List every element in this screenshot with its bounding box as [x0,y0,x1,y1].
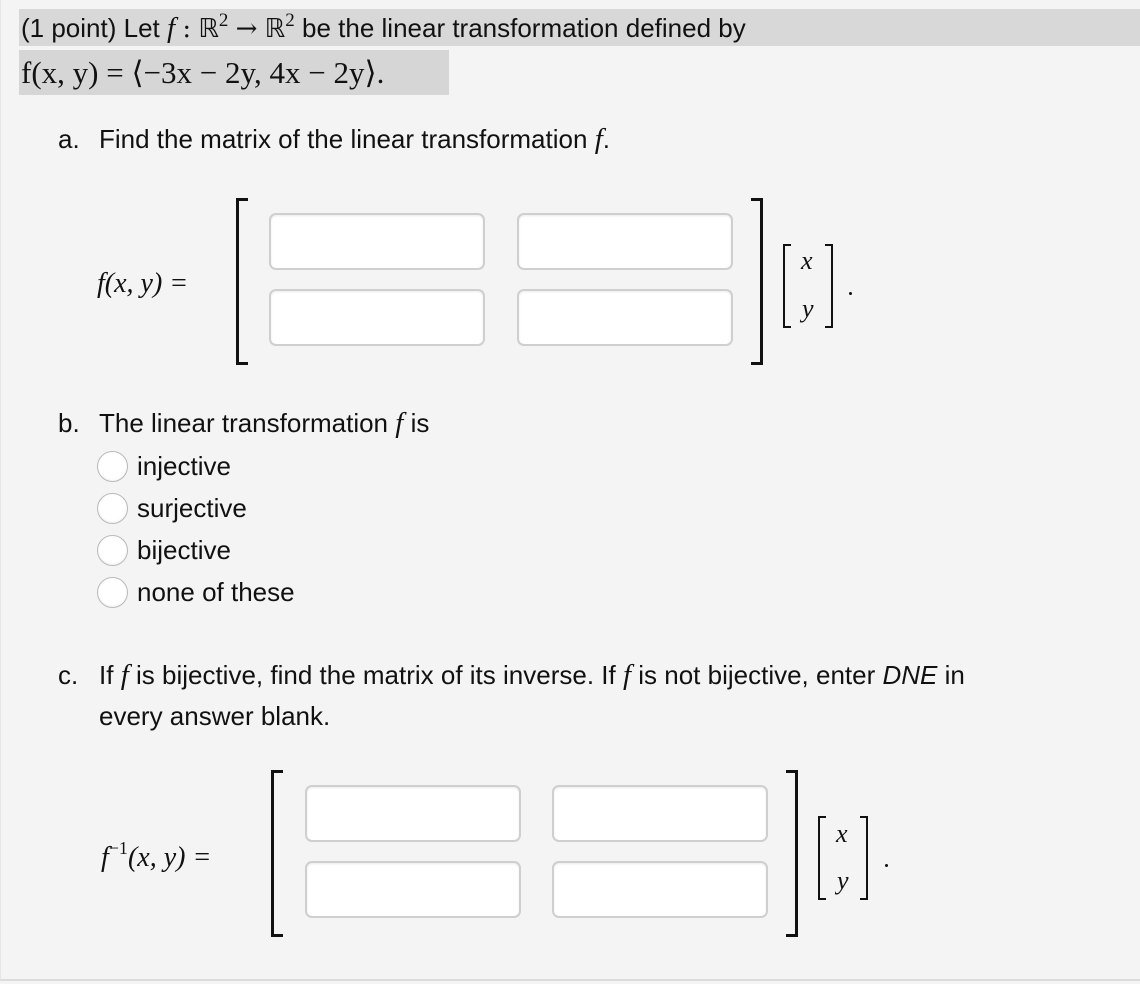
function-symbol: f [120,659,129,691]
matrix-c-entry-1-1[interactable] [305,785,521,842]
part-b-prompt: b. The linear transformation f is [58,407,429,439]
codomain-symbol: ℝ [264,14,286,44]
part-label: a. [58,124,80,154]
matrix-a-entry-1-2[interactable] [517,213,733,270]
vector-y: y [802,294,814,323]
statement-text: Let [123,13,160,43]
domain-symbol: ℝ [198,14,219,44]
left-bracket [236,198,248,365]
lhs-expression: (x, y) = [127,842,212,873]
part-text: every answer blank. [99,701,331,731]
matrix-c-entry-1-2[interactable] [552,785,768,842]
part-text: is [410,408,430,438]
period-dot [885,864,888,867]
option-label: bijective [137,535,231,565]
matrix-c-lhs: f−1(x, y) = [101,839,212,874]
radio-button[interactable] [97,534,128,566]
part-label: c. [58,660,79,690]
domain-exponent: 2 [218,10,229,31]
function-definition: f(x, y) = ⟨−3x − 2y, 4x − 2y⟩. [21,55,385,90]
part-text: Find the matrix of the linear transforma… [99,124,588,154]
matrix-a-entry-2-2[interactable] [517,289,733,346]
vector-right-bracket [825,244,833,328]
part-text: If [99,660,114,690]
matrix-a-entry-2-1[interactable] [269,289,485,346]
vector-x: x [801,246,813,275]
left-bracket [271,770,283,937]
codomain-exponent: 2 [285,10,295,31]
part-label: b. [58,408,80,438]
function-symbol: f [594,123,603,155]
right-bracket [786,770,798,937]
part-text: is not bijective, enter [638,660,876,690]
option-label: none of these [137,577,295,607]
dne-keyword: DNE [882,660,938,690]
matrix-a-lhs: f(x, y) = [97,268,188,300]
part-a-prompt: a. Find the matrix of the linear transfor… [58,123,610,155]
vector-right-bracket [860,816,868,900]
option-none-of-these[interactable]: none of these [97,572,295,612]
statement-text: be the linear transformation defined by [302,13,746,43]
points-label: (1 point) [21,13,117,43]
option-injective[interactable]: injective [97,446,231,486]
vector-left-bracket [818,816,826,900]
vector-y: y [837,866,849,895]
part-c-prompt: c. If f is bijective, find the matrix of … [58,655,1118,737]
function-symbol: f [167,12,176,44]
option-label: surjective [137,493,247,523]
period-dot [849,292,852,295]
right-bracket [751,198,763,365]
radio-button[interactable] [97,450,128,482]
option-surjective[interactable]: surjective [97,488,247,528]
arrow-symbol: → [235,14,258,44]
matrix-c-entry-2-1[interactable] [305,861,521,918]
part-text: is bijective, find the matrix of its inv… [135,660,616,690]
problem-statement: (1 point) Let f : ℝ2 → ℝ2 be the linear … [21,10,746,45]
lhs-function: f [101,842,109,873]
part-text: . [602,124,610,154]
problem-panel: (1 point) Let f : ℝ2 → ℝ2 be the linear … [0,0,1140,981]
function-symbol: f [622,659,632,691]
function-symbol: f [395,407,404,439]
radio-button[interactable] [97,576,128,608]
option-label: injective [137,451,231,481]
option-bijective[interactable]: bijective [97,530,231,570]
radio-button[interactable] [97,492,128,524]
colon-symbol: : [182,14,192,44]
part-text: in [944,660,965,690]
vector-left-bracket [783,244,791,328]
inverse-exponent: −1 [108,838,128,858]
matrix-a-entry-1-1[interactable] [269,213,485,270]
matrix-c-entry-2-2[interactable] [552,861,768,918]
part-text: The linear transformation [99,408,389,438]
lhs-expression: f(x, y) = [97,268,189,299]
vector-x: x [836,819,848,848]
